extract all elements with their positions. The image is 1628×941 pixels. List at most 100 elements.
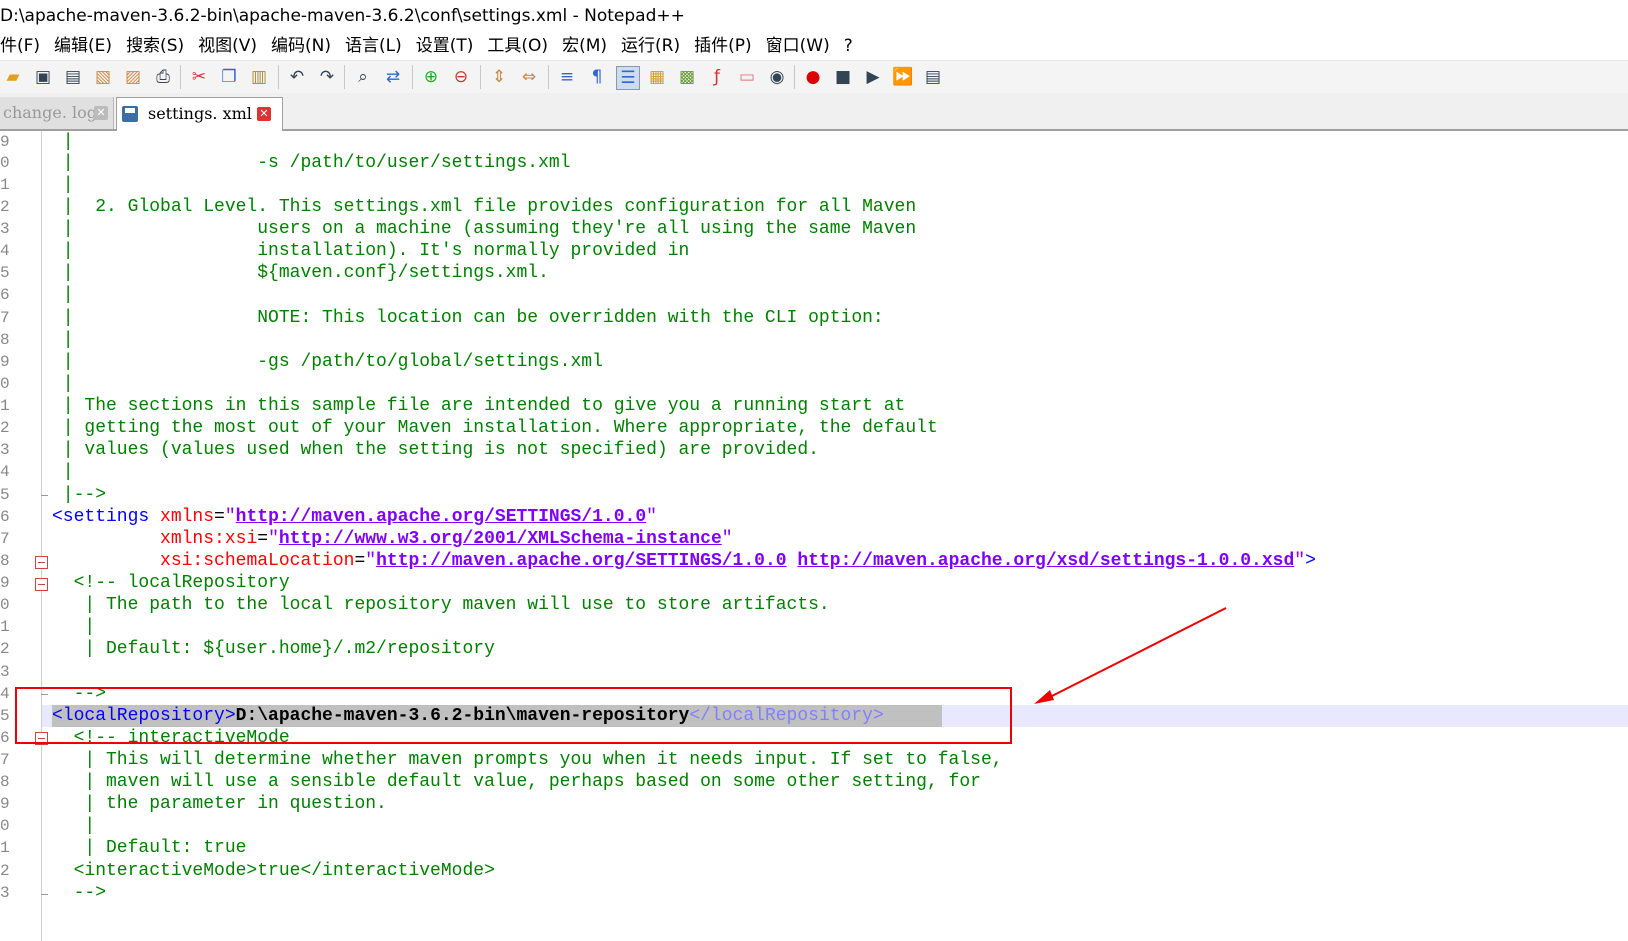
menu-window[interactable]: 窗口(W)	[766, 33, 830, 59]
menu-edit[interactable]: 编辑(E)	[54, 33, 112, 59]
line-number: 6	[0, 729, 10, 747]
tab-settings-xml[interactable]: settings. xml ✕	[116, 97, 283, 131]
menu-file[interactable]: 件(F)	[0, 33, 40, 59]
fold-toggle-icon[interactable]	[35, 578, 48, 591]
line-number: 3	[0, 663, 10, 681]
open-file-icon[interactable]: ▰	[2, 66, 24, 88]
paste-icon[interactable]: ▥	[248, 66, 270, 88]
menu-help[interactable]: ?	[844, 33, 853, 59]
menu-search[interactable]: 搜索(S)	[126, 33, 184, 59]
line-number: 0	[0, 817, 10, 835]
annotation-arrow	[1034, 607, 1227, 704]
code-line: | maven will use a sensible default valu…	[52, 772, 981, 792]
line-number: 2	[0, 862, 10, 880]
fold-toggle-icon[interactable]	[35, 556, 48, 569]
redo-icon[interactable]: ↷	[316, 66, 338, 88]
close-all-icon[interactable]: ▨	[122, 66, 144, 88]
code-line: | 2. Global Level. This settings.xml fil…	[52, 197, 917, 217]
menu-view[interactable]: 视图(V)	[198, 33, 257, 59]
record-macro-icon[interactable]: ●	[802, 66, 824, 88]
user-lang-icon[interactable]: ▦	[646, 66, 668, 88]
word-wrap-icon[interactable]: ≡	[556, 66, 578, 88]
url-link[interactable]: http://www.w3.org/2001/XMLSchema-instanc…	[279, 529, 722, 549]
line-number: 9	[0, 795, 10, 813]
url-link[interactable]: http://maven.apache.org/SETTINGS/1.0.0	[376, 551, 786, 571]
url-link[interactable]: http://maven.apache.org/SETTINGS/1.0.0	[236, 507, 646, 527]
code-line: |	[52, 132, 74, 152]
monitor-icon[interactable]: ◉	[766, 66, 788, 88]
zoom-out-icon[interactable]: ⊖	[450, 66, 472, 88]
code-line-schema-location: xsi:schemaLocation="http://maven.apache.…	[160, 551, 1316, 571]
menu-plugins[interactable]: 插件(P)	[694, 33, 752, 59]
line-number: 5	[0, 707, 10, 725]
save-status-icon	[122, 106, 138, 122]
play-macro-icon[interactable]: ▶	[862, 66, 884, 88]
menu-macro[interactable]: 宏(M)	[562, 33, 607, 59]
undo-icon[interactable]: ↶	[286, 66, 308, 88]
tab-label: settings. xml	[148, 104, 252, 123]
line-number: 1	[0, 397, 10, 415]
code-line: | The path to the local repository maven…	[52, 595, 830, 615]
line-number: 0	[0, 375, 10, 393]
line-number: 0	[0, 154, 10, 172]
tab-label: change. log	[3, 103, 97, 122]
sync-h-icon[interactable]: ⇔	[518, 66, 540, 88]
stop-macro-icon[interactable]: ■	[832, 66, 854, 88]
line-number: 2	[0, 198, 10, 216]
code-line: |	[52, 617, 96, 637]
menu-bar: 件(F) 编辑(E) 搜索(S) 视图(V) 编码(N) 语言(L) 设置(T) 工具(O) 宏…	[0, 33, 1628, 59]
save-all-icon[interactable]: ▤	[62, 66, 84, 88]
indent-guide-icon[interactable]: ☰	[616, 66, 640, 90]
line-number: 1	[0, 618, 10, 636]
code-editor[interactable]: 9 0 1 2 3 4 5 6 7 8 9 0 1 2 3 4 5 6 7 8 9 0 1 2 3 4 5 6 7 8 9 0 1 2 3 | | …	[0, 131, 1628, 941]
line-number: 3	[0, 441, 10, 459]
function-list-icon[interactable]: ƒ	[706, 66, 728, 88]
close-icon[interactable]: ▧	[92, 66, 114, 88]
line-number: 9	[0, 574, 10, 592]
menu-tools[interactable]: 工具(O)	[487, 33, 548, 59]
close-tab-icon[interactable]: ✕	[94, 106, 108, 120]
line-number: 7	[0, 309, 10, 327]
fold-margin	[41, 131, 42, 941]
doc-map-icon[interactable]: ▩	[676, 66, 698, 88]
close-tab-icon[interactable]: ✕	[257, 107, 271, 121]
line-number: 1	[0, 176, 10, 194]
code-line: |	[52, 374, 74, 394]
menu-encoding[interactable]: 编码(N)	[271, 33, 331, 59]
toolbar: ▰ ▣ ▤ ▧ ▨ ⎙ ✂ ❐ ▥ ↶ ↷ ⌕ ⇄ ⊕ ⊖ ⇕ ⇔ ≡ ¶ ☰ …	[0, 60, 1628, 94]
code-line: | Default: true	[52, 838, 247, 858]
line-number: 2	[0, 640, 10, 658]
menu-run[interactable]: 运行(R)	[621, 33, 680, 59]
cut-icon[interactable]: ✂	[188, 66, 210, 88]
print-icon[interactable]: ⎙	[152, 66, 174, 88]
find-icon[interactable]: ⌕	[352, 66, 374, 88]
code-line: |	[52, 175, 74, 195]
line-number: 1	[0, 839, 10, 857]
save-icon[interactable]: ▣	[32, 66, 54, 88]
fold-end-marker	[41, 894, 48, 895]
run-macro-multiple-icon[interactable]: ⏩	[892, 66, 914, 88]
sync-v-icon[interactable]: ⇕	[488, 66, 510, 88]
save-macro-icon[interactable]: ▤	[922, 66, 944, 88]
replace-icon[interactable]: ⇄	[382, 66, 404, 88]
code-line: |	[52, 285, 74, 305]
folder-workspace-icon[interactable]: ▭	[736, 66, 758, 88]
code-line: | installation). It's normally provided …	[52, 241, 690, 261]
url-link[interactable]: http://maven.apache.org/xsd/settings-1.0…	[797, 551, 1294, 571]
code-line: | -gs /path/to/global/settings.xml	[52, 352, 603, 372]
copy-icon[interactable]: ❐	[218, 66, 240, 88]
zoom-in-icon[interactable]: ⊕	[420, 66, 442, 88]
line-number: 8	[0, 331, 10, 349]
code-line-settings-open: <settings xmlns="http://maven.apache.org…	[52, 507, 657, 527]
code-line: |-->	[52, 485, 107, 505]
menu-settings[interactable]: 设置(T)	[416, 33, 474, 59]
tab-change-log[interactable]: change. log ✕	[0, 97, 114, 129]
code-line: <!-- localRepository	[52, 573, 290, 593]
code-line: |	[52, 330, 74, 350]
menu-language[interactable]: 语言(L)	[345, 33, 402, 59]
line-number: 3	[0, 220, 10, 238]
tab-bar: change. log ✕ settings. xml ✕	[0, 93, 1628, 131]
show-all-chars-icon[interactable]: ¶	[586, 66, 608, 88]
line-number: 0	[0, 596, 10, 614]
line-number: 6	[0, 286, 10, 304]
